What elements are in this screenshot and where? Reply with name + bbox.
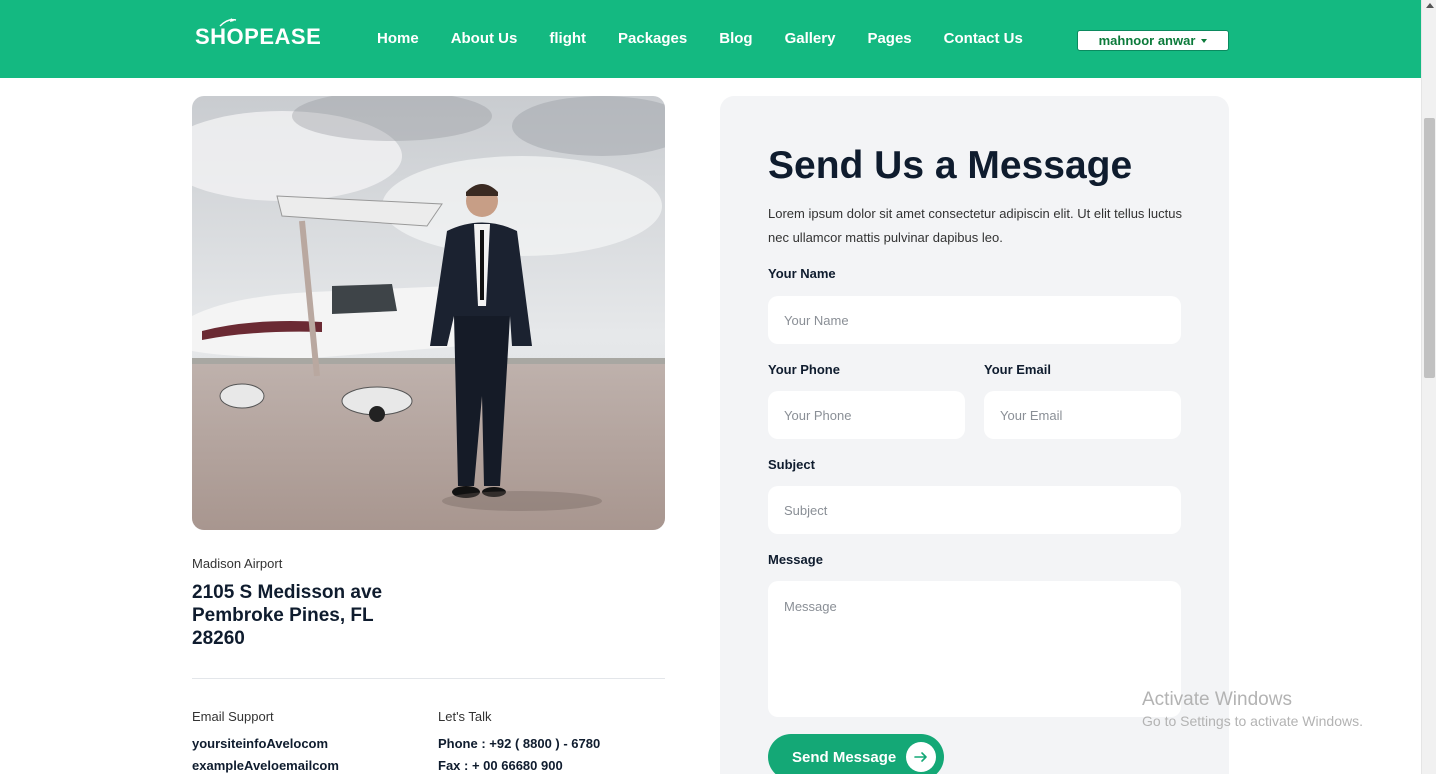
email-field[interactable]: [984, 391, 1181, 439]
message-field[interactable]: [768, 581, 1181, 717]
logo-text: SHOPEASE: [195, 24, 322, 49]
location-address: 2105 S Medisson ave Pembroke Pines, FL 2…: [192, 582, 383, 649]
name-label: Your Name: [768, 266, 836, 281]
pilot-with-plane-image: [192, 96, 665, 530]
page-scrollbar[interactable]: [1421, 0, 1436, 774]
fax-line: Fax : + 00 66680 900: [438, 758, 563, 773]
nav-pages[interactable]: Pages: [867, 30, 911, 47]
location-label: Madison Airport: [192, 556, 283, 571]
arrow-right-icon: [906, 742, 936, 772]
nav-about-us[interactable]: About Us: [451, 30, 518, 47]
subject-label: Subject: [768, 457, 815, 472]
email-support-label: Email Support: [192, 709, 274, 724]
subject-field[interactable]: [768, 486, 1181, 534]
page: SHOPEASE Home About Us flight Packages B…: [0, 0, 1436, 774]
nav-gallery[interactable]: Gallery: [785, 30, 836, 47]
send-message-button[interactable]: Send Message: [768, 734, 944, 774]
nav-home[interactable]: Home: [377, 30, 419, 47]
phone-label: Your Phone: [768, 362, 840, 377]
phone-line[interactable]: Phone : +92 ( 8800 ) - 6780: [438, 736, 600, 751]
form-title: Send Us a Message: [768, 144, 1133, 187]
divider: [192, 678, 665, 679]
form-description: Lorem ipsum dolor sit amet consectetur a…: [768, 206, 1183, 245]
nav-packages[interactable]: Packages: [618, 30, 687, 47]
email-support-line[interactable]: exampleAveloemailcom: [192, 758, 339, 773]
activate-windows-subtitle: Go to Settings to activate Windows.: [1142, 713, 1363, 729]
email-support-line[interactable]: yoursiteinfoAvelocom: [192, 736, 328, 751]
nav-blog[interactable]: Blog: [719, 30, 752, 47]
nav-contact-us[interactable]: Contact Us: [944, 30, 1023, 47]
scrollbar-thumb[interactable]: [1424, 118, 1435, 378]
activate-windows-title: Activate Windows: [1142, 689, 1292, 710]
send-message-label: Send Message: [792, 748, 897, 766]
lets-talk-label: Let's Talk: [438, 709, 492, 724]
scroll-up-icon[interactable]: [1426, 3, 1434, 8]
site-header: SHOPEASE Home About Us flight Packages B…: [0, 0, 1421, 78]
plane-icon: [219, 18, 237, 27]
user-dropdown[interactable]: mahnoor anwar: [1077, 30, 1229, 51]
name-field[interactable]: [768, 296, 1181, 344]
logo[interactable]: SHOPEASE: [195, 18, 322, 50]
chevron-down-icon: [1201, 38, 1208, 43]
hero-photo: [192, 96, 665, 530]
user-name: mahnoor anwar: [1098, 33, 1196, 48]
main-nav: Home About Us flight Packages Blog Galle…: [377, 30, 1055, 47]
nav-flight[interactable]: flight: [549, 30, 586, 47]
email-label: Your Email: [984, 362, 1051, 377]
phone-field[interactable]: [768, 391, 965, 439]
message-label: Message: [768, 552, 823, 567]
